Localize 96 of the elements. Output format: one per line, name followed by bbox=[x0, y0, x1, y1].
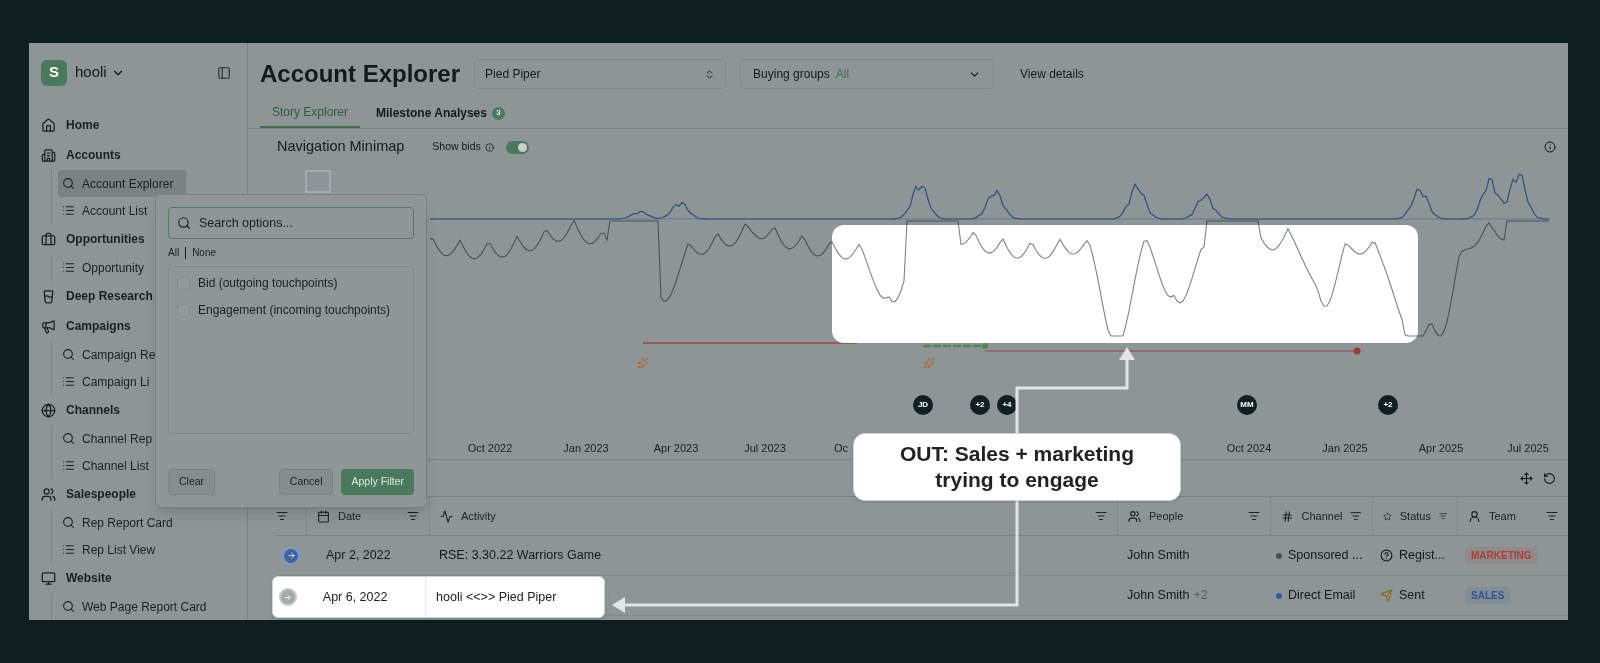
monitor-icon bbox=[41, 570, 56, 586]
hash-icon bbox=[1281, 509, 1294, 523]
people-count: +2 bbox=[1193, 587, 1208, 605]
avatar-badge[interactable]: MM bbox=[1237, 395, 1257, 415]
sidebar-toggle-icon[interactable] bbox=[217, 65, 231, 80]
question-icon bbox=[1380, 549, 1393, 562]
globe-icon bbox=[41, 402, 56, 418]
table-cell-text: RSE: 3.30.22 Warriors Game bbox=[439, 547, 602, 565]
buying-groups-select[interactable]: Buying groups All bbox=[740, 59, 995, 89]
glass-icon bbox=[41, 288, 56, 304]
table-row[interactable]: Apr 6, 2022 hooli <<>> Pied Piper John Smith +2 Direct Email Sent SALES bbox=[276, 576, 1568, 616]
column-header[interactable]: Status bbox=[1399, 507, 1431, 525]
users-icon bbox=[1128, 509, 1141, 523]
filter-icon[interactable] bbox=[1350, 510, 1362, 522]
search-icon bbox=[62, 600, 75, 613]
minimap-title: Navigation Minimap bbox=[277, 137, 405, 157]
row-select-icon[interactable] bbox=[284, 548, 298, 563]
search-icon bbox=[62, 516, 75, 529]
column-header[interactable]: Team bbox=[1489, 507, 1516, 525]
column-header[interactable]: Activity bbox=[461, 507, 496, 525]
table-cell-text: John Smith bbox=[1127, 547, 1190, 565]
brush-handle[interactable] bbox=[305, 170, 331, 193]
nav-item[interactable]: Account Explorer bbox=[58, 170, 186, 197]
users-icon bbox=[41, 486, 56, 502]
calendar-icon bbox=[317, 509, 330, 523]
avatar-badge[interactable]: +2 bbox=[970, 395, 990, 415]
filter-icon[interactable] bbox=[407, 510, 419, 522]
list-icon bbox=[62, 204, 75, 217]
callout-text: OUT: Sales + marketing trying to engage bbox=[899, 441, 1135, 493]
avatar-badge[interactable]: JD bbox=[913, 395, 933, 415]
user-icon bbox=[1468, 509, 1481, 523]
megaphone-icon bbox=[41, 318, 56, 334]
search-icon bbox=[62, 348, 75, 361]
axis-label: Oct 2022 bbox=[467, 441, 513, 456]
home-icon bbox=[41, 117, 56, 133]
table-cell-text: Regist... bbox=[1399, 547, 1445, 565]
axis-label: Jan 2023 bbox=[563, 441, 609, 456]
refresh-icon[interactable] bbox=[1543, 471, 1556, 485]
sparkle-icon bbox=[923, 357, 935, 369]
axis-label: Jul 2023 bbox=[744, 441, 786, 456]
row-select-icon[interactable] bbox=[280, 590, 295, 604]
table-cell-text: Sponsored ... bbox=[1288, 547, 1363, 565]
list-icon bbox=[62, 459, 75, 472]
table-cell-text: hooli <<>> Pied Piper bbox=[436, 588, 557, 606]
filter-icon[interactable] bbox=[276, 510, 288, 522]
filter-icon[interactable] bbox=[1095, 510, 1107, 522]
column-header[interactable]: Channel bbox=[1301, 507, 1343, 525]
tab[interactable]: Milestone Analyses 3 bbox=[364, 98, 517, 128]
team-tag: SALES bbox=[1465, 587, 1511, 604]
page-title: Account Explorer bbox=[260, 59, 461, 89]
filter-icon[interactable] bbox=[1248, 510, 1260, 522]
axis-label: Oc bbox=[833, 441, 849, 456]
info-icon bbox=[484, 142, 494, 152]
send-icon bbox=[1380, 589, 1393, 602]
select-value: All bbox=[835, 66, 850, 83]
move-icon[interactable] bbox=[1520, 471, 1533, 485]
team-tag: MARKETING bbox=[1465, 547, 1538, 564]
view-details-link[interactable]: View details bbox=[1020, 65, 1084, 83]
count-badge: 3 bbox=[491, 106, 505, 120]
sparkle-icon bbox=[637, 357, 649, 369]
table-cell-text: Direct Email bbox=[1288, 587, 1356, 605]
popup-button[interactable]: Apply Filter bbox=[341, 469, 414, 495]
column-header[interactable]: Date bbox=[338, 507, 362, 525]
axis-label: Apr 2023 bbox=[653, 441, 699, 456]
table-cell-text: Sent bbox=[1399, 587, 1425, 605]
briefcase-icon bbox=[41, 231, 56, 247]
list-icon bbox=[62, 375, 75, 388]
list-icon bbox=[62, 261, 75, 274]
axis-label: Jul 2025 bbox=[1507, 441, 1549, 456]
search-icon bbox=[62, 177, 75, 190]
toggle-label: Show bids bbox=[432, 139, 481, 155]
show-bids-toggle[interactable] bbox=[505, 140, 529, 154]
table-cell-text: John Smith bbox=[1127, 587, 1190, 605]
search-icon bbox=[62, 432, 75, 445]
filter-icon[interactable] bbox=[1546, 510, 1558, 522]
table-cell-text: Apr 6, 2022 bbox=[322, 588, 388, 606]
avatar-badge[interactable]: +2 bbox=[1378, 395, 1398, 415]
table-cell-text: Apr 2, 2022 bbox=[326, 547, 391, 565]
column-header[interactable]: People bbox=[1149, 507, 1184, 525]
star-icon bbox=[1383, 509, 1392, 523]
account-select[interactable]: Pied Piper bbox=[474, 59, 727, 89]
activity-icon bbox=[440, 509, 453, 523]
search-field[interactable]: Search options... bbox=[168, 207, 414, 239]
info-icon[interactable] bbox=[1544, 141, 1556, 153]
axis-label: Apr 2025 bbox=[1418, 441, 1464, 456]
axis-label: Oct 2024 bbox=[1226, 441, 1272, 456]
axis-label: Jan 2025 bbox=[1322, 441, 1368, 456]
list-icon bbox=[62, 543, 75, 556]
popup-button[interactable]: Cancel bbox=[278, 469, 334, 495]
search-icon bbox=[177, 216, 191, 230]
popup-button[interactable]: Clear bbox=[168, 469, 216, 495]
building-icon bbox=[41, 147, 56, 163]
avatar-badge[interactable]: +4 bbox=[997, 395, 1017, 415]
workspace-logo: S bbox=[41, 59, 67, 86]
filter-icon[interactable] bbox=[1438, 510, 1447, 522]
workspace-switcher[interactable]: hooli bbox=[75, 61, 125, 84]
